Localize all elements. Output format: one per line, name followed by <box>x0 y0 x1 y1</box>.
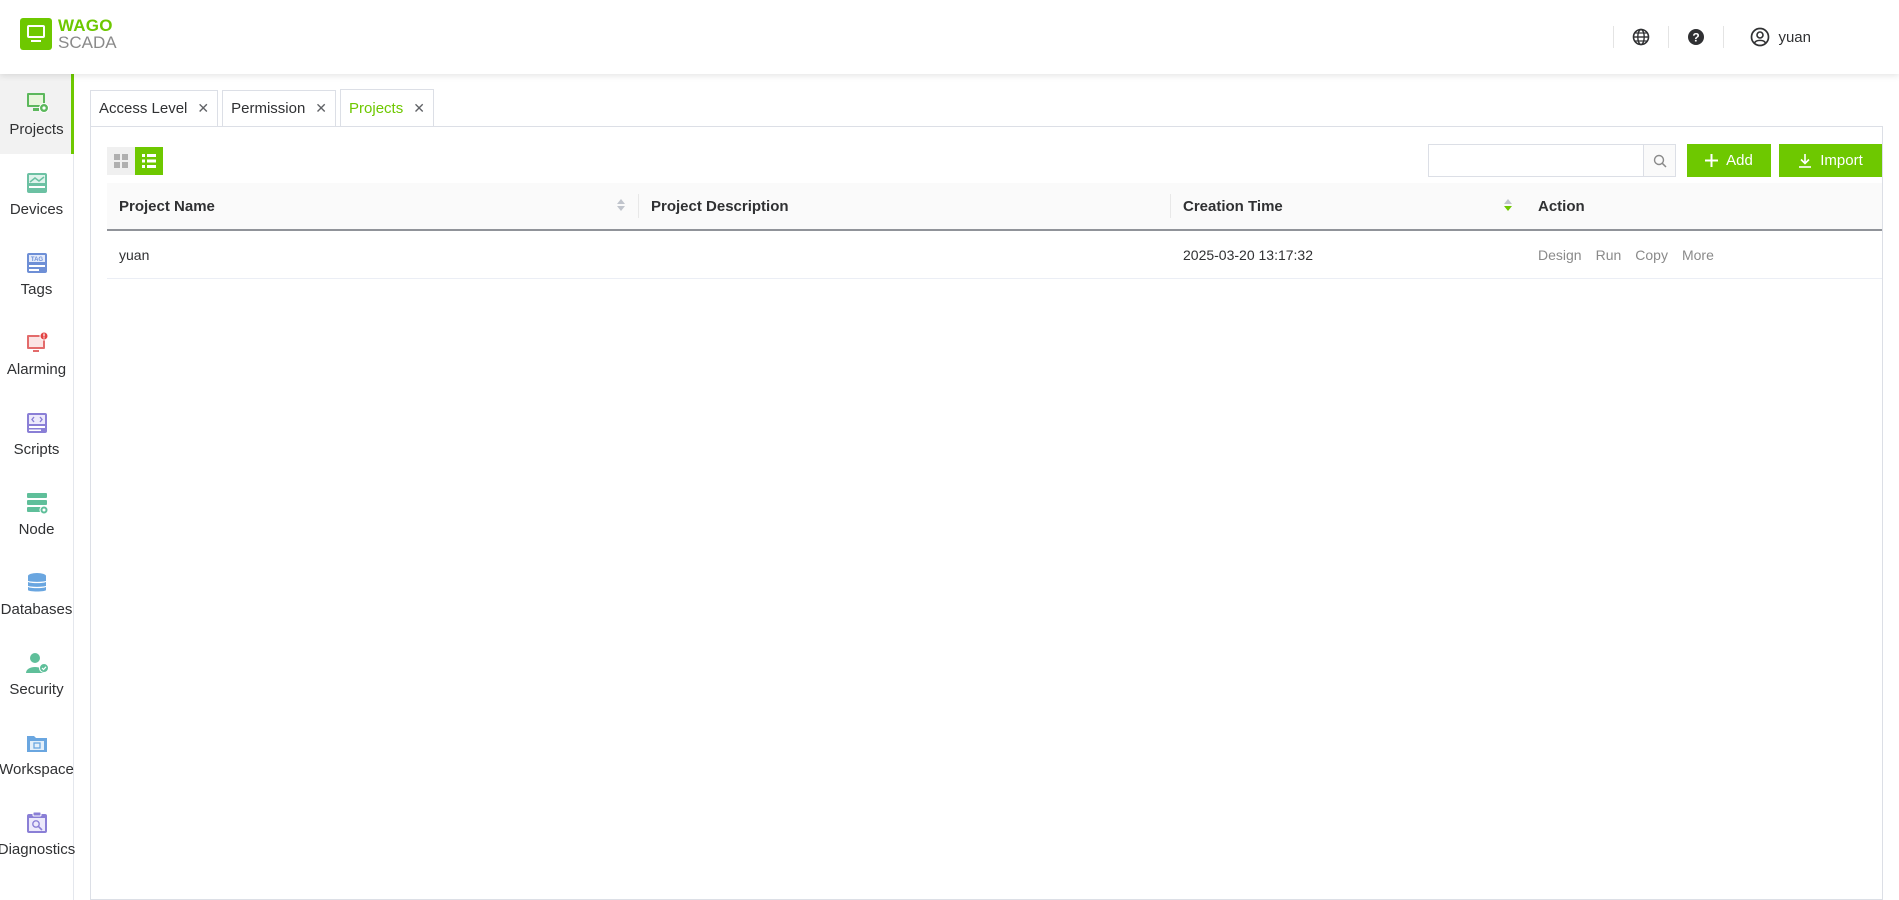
column-header-action: Action <box>1526 182 1882 230</box>
add-button[interactable]: Add <box>1687 144 1771 177</box>
sidebar-item-label: Scripts <box>13 441 60 458</box>
sidebar-item-tags[interactable]: TAG Tags <box>0 234 73 314</box>
tab-label: Access Level <box>99 100 188 117</box>
import-button[interactable]: Import <box>1779 144 1882 177</box>
projects-table: Project Name Project Description Creatio… <box>107 183 1882 279</box>
help-icon: ? <box>1688 29 1705 45</box>
copy-link[interactable]: Copy <box>1635 247 1668 263</box>
devices-icon <box>26 173 47 193</box>
creation-time-cell: 2025-03-20 13:17:32 <box>1183 246 1313 263</box>
sidebar-item-label: Projects <box>9 121 64 138</box>
search-input[interactable] <box>1429 145 1643 176</box>
action-cell: Design Run Copy More <box>1526 247 1882 263</box>
download-icon <box>1799 153 1812 168</box>
import-button-label: Import <box>1820 152 1863 169</box>
sort-icon[interactable] <box>1504 199 1512 211</box>
sidebar-item-label: Tags <box>20 281 53 298</box>
search-box <box>1428 144 1676 177</box>
search-icon <box>1653 154 1667 168</box>
svg-text:TAG: TAG <box>30 257 43 263</box>
tab-label: Projects <box>349 99 404 117</box>
language-button[interactable] <box>1614 0 1668 74</box>
wago-scada-logo[interactable]: WAGO SCADA <box>20 17 117 51</box>
alarming-icon <box>26 331 48 352</box>
sidebar: Projects Devices TAG Tags Alarming Scrip… <box>0 74 76 900</box>
project-name-cell: yuan <box>119 246 150 263</box>
top-header: WAGO SCADA ? yuan <box>0 0 1899 74</box>
main-content: Access Level ✕ Permission ✕ Projects ✕ A… <box>90 89 1883 900</box>
sidebar-item-label: Diagnostics <box>0 841 76 858</box>
sidebar-item-diagnostics[interactable]: Diagnostics <box>0 794 76 874</box>
security-icon <box>25 653 49 673</box>
sidebar-item-label: Node <box>18 521 55 538</box>
table-header: Project Name Project Description Creatio… <box>107 183 1882 231</box>
workspace-icon <box>26 736 47 752</box>
search-button[interactable] <box>1643 145 1675 176</box>
node-icon <box>26 493 48 515</box>
column-header-project-description: Project Description <box>639 182 1171 230</box>
globe-icon <box>1633 28 1650 46</box>
run-link[interactable]: Run <box>1596 247 1622 263</box>
view-toggle <box>107 147 163 175</box>
tab-bar: Access Level ✕ Permission ✕ Projects ✕ <box>90 89 1883 126</box>
svg-text:?: ? <box>1693 31 1700 45</box>
projects-panel: Add Import Project Name Project Descript… <box>90 126 1883 900</box>
tab-projects[interactable]: Projects ✕ <box>340 89 434 126</box>
grid-view-icon <box>114 154 128 168</box>
add-button-label: Add <box>1726 152 1753 169</box>
plus-icon <box>1705 154 1719 167</box>
close-icon[interactable]: ✕ <box>315 100 327 117</box>
user-circle-icon <box>1751 27 1770 47</box>
column-label: Project Name <box>119 197 215 215</box>
sort-icon[interactable] <box>617 199 625 211</box>
sidebar-item-label: Workspace <box>0 761 74 778</box>
tab-access-level[interactable]: Access Level ✕ <box>90 90 219 126</box>
list-view-button[interactable] <box>135 147 163 175</box>
logo-icon <box>20 18 52 50</box>
user-menu[interactable]: yuan <box>1724 0 1899 74</box>
projects-icon <box>26 93 49 113</box>
sidebar-item-projects[interactable]: Projects <box>0 74 74 154</box>
tab-permission[interactable]: Permission ✕ <box>222 90 337 126</box>
sidebar-item-databases[interactable]: Databases <box>0 554 73 634</box>
grid-view-button[interactable] <box>107 147 135 175</box>
column-label: Creation Time <box>1183 197 1283 215</box>
user-name: yuan <box>1778 28 1811 46</box>
sidebar-item-workspace[interactable]: Workspace <box>0 714 74 794</box>
logo-scada-text: SCADA <box>58 33 117 52</box>
column-header-project-name[interactable]: Project Name <box>107 182 639 230</box>
databases-icon <box>26 573 47 592</box>
tags-icon: TAG <box>26 253 47 273</box>
scripts-icon <box>26 413 47 433</box>
sidebar-item-scripts[interactable]: Scripts <box>0 394 73 474</box>
column-label: Action <box>1538 197 1585 215</box>
tab-label: Permission <box>231 100 306 117</box>
column-header-creation-time[interactable]: Creation Time <box>1171 182 1526 230</box>
table-row[interactable]: yuan 2025-03-20 13:17:32 Design Run Copy… <box>107 231 1882 279</box>
sidebar-item-alarming[interactable]: Alarming <box>0 314 73 394</box>
more-link[interactable]: More <box>1682 247 1714 263</box>
sidebar-item-label: Devices <box>9 201 64 218</box>
close-icon[interactable]: ✕ <box>413 100 425 117</box>
sidebar-item-label: Databases <box>0 601 73 618</box>
sidebar-item-node[interactable]: Node <box>0 474 73 554</box>
design-link[interactable]: Design <box>1538 247 1582 263</box>
sidebar-item-label: Alarming <box>6 361 67 378</box>
list-view-icon <box>142 154 156 168</box>
sidebar-item-label: Security <box>9 681 64 698</box>
close-icon[interactable]: ✕ <box>197 100 209 117</box>
help-button[interactable]: ? <box>1669 0 1723 74</box>
sidebar-item-security[interactable]: Security <box>0 634 73 714</box>
diagnostics-icon <box>26 811 47 833</box>
column-label: Project Description <box>651 197 789 215</box>
sidebar-item-devices[interactable]: Devices <box>0 154 73 234</box>
logo-wago-text: WAGO <box>58 16 113 35</box>
